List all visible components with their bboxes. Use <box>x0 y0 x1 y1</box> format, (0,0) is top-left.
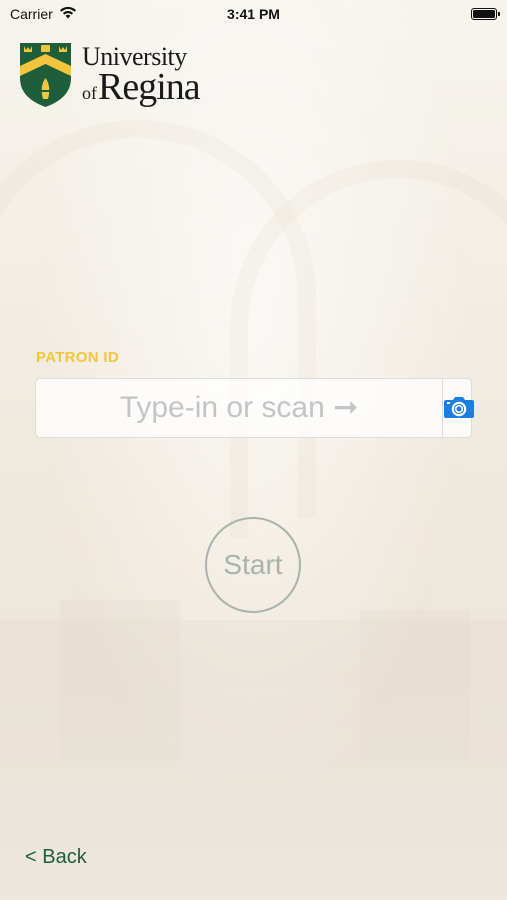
background-image <box>0 0 507 900</box>
university-logo: University of Regina <box>19 42 201 108</box>
battery-icon <box>471 8 500 20</box>
wordmark-of: of <box>82 83 97 103</box>
patron-id-label: PATRON ID <box>36 349 119 366</box>
camera-icon <box>443 395 475 422</box>
carrier-label: Carrier <box>10 6 53 22</box>
patron-id-field <box>35 378 475 438</box>
status-bar: Carrier 3:41 PM <box>0 0 507 28</box>
wordmark-regina: Regina <box>98 66 201 108</box>
scan-button[interactable] <box>442 379 475 437</box>
university-wordmark: University of Regina <box>82 44 201 108</box>
wordmark-line2: of Regina <box>82 66 201 108</box>
start-button[interactable]: Start <box>205 517 301 613</box>
back-button[interactable]: < Back <box>25 846 87 869</box>
patron-id-input[interactable] <box>36 379 442 437</box>
university-crest-icon <box>19 42 72 108</box>
wifi-icon <box>59 6 77 22</box>
status-time: 3:41 PM <box>227 6 280 22</box>
status-left: Carrier <box>10 6 77 22</box>
